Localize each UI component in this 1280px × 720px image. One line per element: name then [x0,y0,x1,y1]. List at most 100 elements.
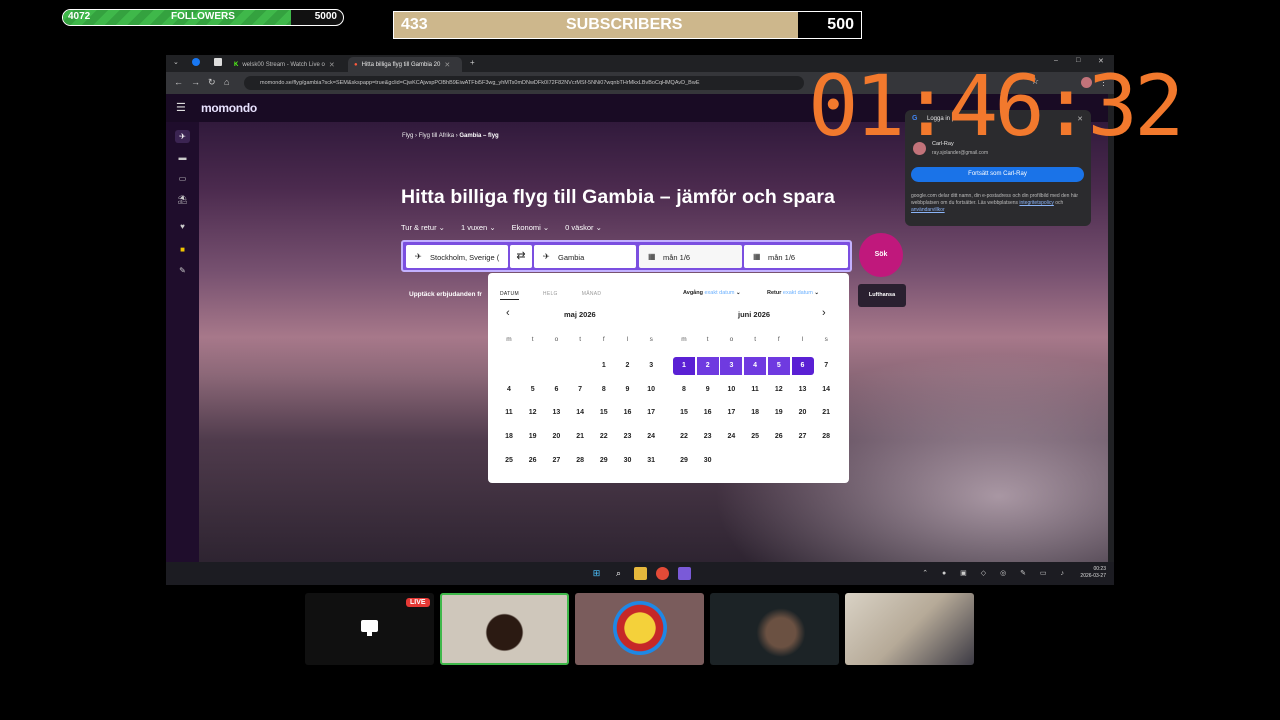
next-month-icon[interactable]: › [822,307,826,319]
calendar-day[interactable]: 13 [545,404,567,422]
close-tab-icon[interactable]: ✕ [444,61,450,69]
momondo-logo[interactable]: momondo [201,101,257,115]
calendar-day[interactable]: 12 [522,404,544,422]
travellers-dropdown[interactable]: 1 vuxen ⌄ [461,223,496,232]
calendar-day[interactable]: 16 [697,404,719,422]
calendar-day[interactable]: 11 [498,404,520,422]
calendar-day[interactable]: 9 [697,381,719,399]
calendar-day[interactable]: 6 [791,357,814,375]
calendar-day[interactable]: 3 [720,357,743,375]
calendar-day[interactable]: 3 [640,357,662,375]
feedback-icon[interactable]: ✎ [175,264,190,277]
departure-flex-dropdown[interactable]: Avgång exakt datum ⌄ [683,290,741,296]
calendar-day[interactable]: 17 [720,404,742,422]
cars-icon[interactable]: ▭ [175,172,190,185]
hotels-icon[interactable]: ▬ [175,151,190,164]
calendar-day[interactable]: 26 [768,428,790,446]
chrome-icon[interactable] [656,567,669,580]
calendar-day[interactable]: 4 [498,381,520,399]
tab-list-icon[interactable]: ⌄ [173,58,179,66]
calendar-day[interactable]: 1 [593,357,615,375]
bookmark-icon[interactable] [214,58,222,66]
calendar-day[interactable]: 2 [696,357,719,375]
calendar-day[interactable]: 22 [673,428,695,446]
sweden-flag-icon[interactable]: ■ [175,243,190,256]
file-explorer-icon[interactable] [634,567,647,580]
search-icon[interactable]: ⌕ [612,567,625,580]
calendar-day[interactable]: 6 [545,381,567,399]
calendar-day[interactable]: 5 [767,357,790,375]
tab-datum[interactable]: DATUM [500,291,519,300]
calendar-day[interactable]: 15 [593,404,615,422]
calendar-day[interactable]: 11 [744,381,766,399]
calendar-day[interactable]: 29 [673,452,695,470]
search-button[interactable]: Sök [859,233,903,277]
calendar-day[interactable]: 21 [569,428,591,446]
calendar-day[interactable]: 30 [617,452,639,470]
cabin-class-dropdown[interactable]: Ekonomi ⌄ [512,223,550,232]
calendar-day[interactable]: 18 [498,428,520,446]
calendar-day[interactable]: 7 [569,381,591,399]
calendar-day[interactable]: 15 [673,404,695,422]
calendar-day[interactable]: 29 [593,452,615,470]
calendar-day[interactable]: 25 [744,428,766,446]
prev-month-icon[interactable]: ‹ [506,307,510,319]
calendar-day[interactable]: 10 [640,381,662,399]
calendar-day[interactable]: 27 [792,428,814,446]
calendar-day[interactable]: 20 [545,428,567,446]
forward-icon[interactable]: → [191,77,200,87]
url-field[interactable]: momondo.se/flyg/gambia?sck=SEM&skspapp=t… [244,76,804,90]
privacy-policy-link[interactable]: integritetspolicy [1019,200,1053,206]
home-icon[interactable]: ⌂ [224,77,229,87]
origin-field[interactable]: ✈ Stockholm, Sverige ( [406,245,508,268]
calendar-day[interactable]: 13 [792,381,814,399]
calendar-day[interactable]: 28 [569,452,591,470]
back-icon[interactable]: ← [174,77,183,87]
calendar-day[interactable]: 8 [673,381,695,399]
tab-momondo[interactable]: ● Hitta billiga flyg till Gambia 20 ✕ [348,57,462,72]
calendar-day[interactable]: 25 [498,452,520,470]
calendar-day[interactable]: 5 [522,381,544,399]
calendar-day[interactable]: 19 [522,428,544,446]
bags-dropdown[interactable]: 0 väskor ⌄ [565,223,602,232]
close-tab-icon[interactable]: ✕ [329,61,335,69]
reload-icon[interactable]: ↻ [208,77,216,88]
calendar-day[interactable]: 19 [768,404,790,422]
calendar-day[interactable]: 2 [617,357,639,375]
hamburger-menu-icon[interactable]: ☰ [176,101,186,114]
breadcrumb-afrika[interactable]: Flyg till Afrika [419,133,454,139]
calendar-day[interactable]: 18 [744,404,766,422]
calendar-day[interactable]: 28 [815,428,837,446]
calendar-day[interactable]: 14 [815,381,837,399]
flights-icon[interactable]: ✈ [175,130,190,143]
tab-stream[interactable]: K welsk00 Stream - Watch Live o ✕ [228,57,344,72]
calendar-day[interactable]: 22 [593,428,615,446]
facebook-icon[interactable] [192,58,200,66]
trips-heart-icon[interactable]: ♥ [175,220,190,233]
calendar-day[interactable]: 16 [617,404,639,422]
tab-manad[interactable]: MÅNAD [582,291,602,300]
calendar-day[interactable]: 30 [697,452,719,470]
depart-date-field[interactable]: ▦ mån 1/6 [639,245,742,268]
calendar-day[interactable]: 12 [768,381,790,399]
calendar-day[interactable]: 21 [815,404,837,422]
calendar-day[interactable]: 24 [640,428,662,446]
calendar-day[interactable]: 31 [640,452,662,470]
calendar-day[interactable]: 9 [617,381,639,399]
windows-start-icon[interactable]: ⊞ [590,567,603,580]
calendar-day[interactable]: 14 [569,404,591,422]
calendar-day[interactable]: 17 [640,404,662,422]
calendar-day[interactable]: 26 [522,452,544,470]
breadcrumb-flyg[interactable]: Flyg [402,133,413,139]
calendar-day[interactable]: 23 [697,428,719,446]
new-tab-icon[interactable]: + [470,58,475,67]
trip-type-dropdown[interactable]: Tur & retur ⌄ [401,223,445,232]
calendar-day[interactable]: 10 [720,381,742,399]
calendar-day[interactable]: 24 [720,428,742,446]
tab-helg[interactable]: HELG [543,291,558,300]
continue-as-button[interactable]: Fortsätt som Carl-Ray [911,167,1084,182]
terms-link[interactable]: användarvillkor [911,207,945,213]
calendar-day[interactable]: 4 [744,357,767,375]
calendar-day[interactable]: 7 [815,357,837,375]
clock[interactable]: 00:23 2026-03-27 [1080,566,1106,580]
